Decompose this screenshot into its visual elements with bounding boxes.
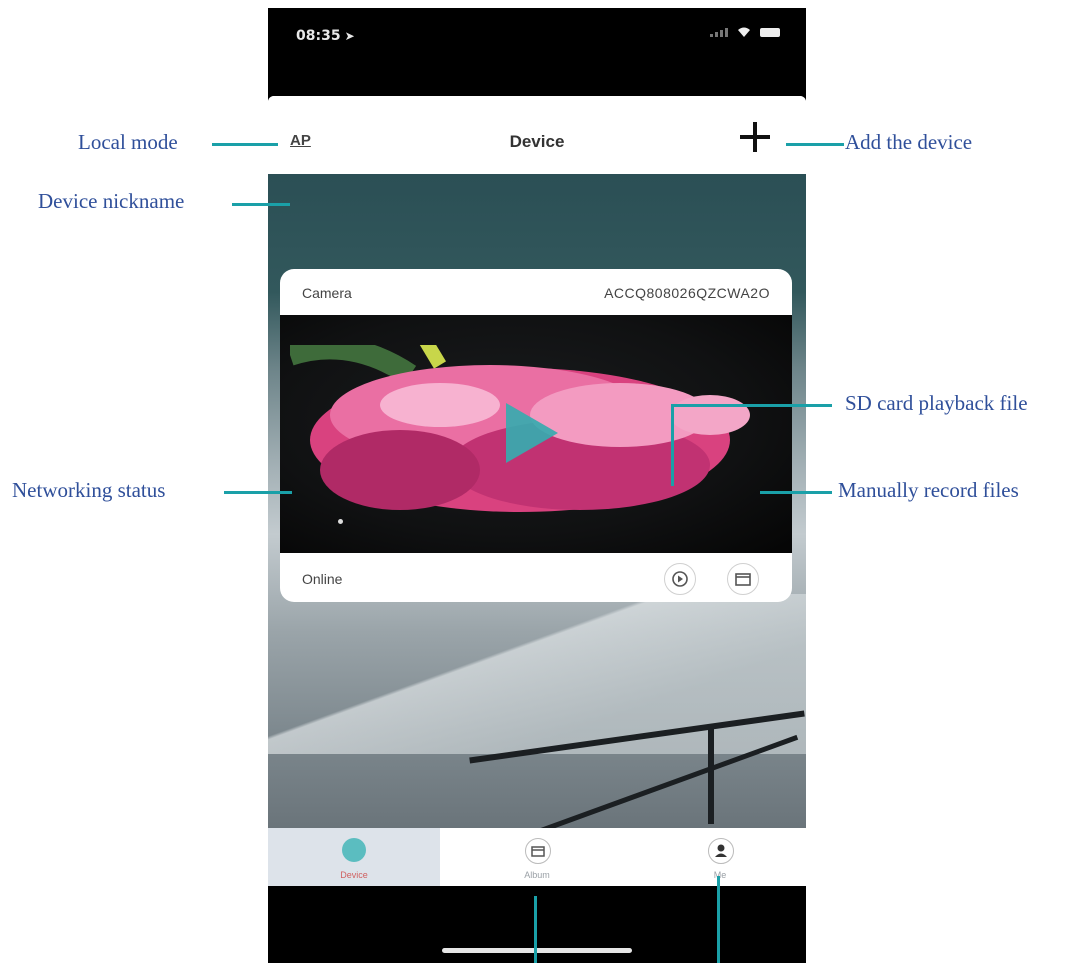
leader-line <box>671 404 674 486</box>
sd-playback-button[interactable] <box>664 563 696 595</box>
annotation-device-nickname: Device nickname <box>38 189 185 213</box>
leader-line <box>672 404 832 407</box>
nav-bar: AP Device <box>268 96 806 174</box>
wifi-icon <box>738 27 750 37</box>
railing-post <box>708 724 714 824</box>
leader-line-album <box>534 896 537 963</box>
tab-me[interactable]: Me <box>634 828 806 886</box>
leader-line <box>760 491 832 494</box>
leader-line <box>212 143 278 146</box>
play-icon[interactable] <box>506 403 558 463</box>
annotation-sd-playback: SD card playback file <box>845 391 1028 415</box>
device-id: ACCQ808026QZCWA2O <box>604 285 770 301</box>
home-indicator <box>442 948 632 953</box>
tab-label: Device <box>340 870 368 880</box>
signal-icon <box>710 27 728 37</box>
playback-icon <box>672 571 688 587</box>
snow-slope <box>268 594 806 754</box>
app-screen: AP Device Camera ACCQ808026QZCWA2O Onlin… <box>268 96 806 886</box>
status-bar: 08:35 ➤ <box>268 8 806 96</box>
device-nickname: Camera <box>302 285 352 301</box>
leader-line <box>232 203 290 206</box>
tab-label: Me <box>713 870 727 880</box>
tab-device[interactable]: Device <box>268 828 440 886</box>
folder-icon <box>525 838 551 864</box>
annotation-add-device: Add the device <box>845 130 973 154</box>
plus-icon[interactable] <box>738 120 772 154</box>
page-title: Device <box>509 132 565 151</box>
tab-label: Album <box>524 870 550 880</box>
device-card[interactable]: Camera ACCQ808026QZCWA2O Online <box>280 269 792 602</box>
tab-bar: Device Album Me <box>268 828 806 886</box>
leader-line <box>224 491 292 494</box>
person-icon <box>708 838 734 864</box>
status-time: 08:35 ➤ <box>296 28 355 44</box>
folder-icon <box>735 573 751 586</box>
card-footer: Online <box>280 553 792 602</box>
leader-line-me <box>717 876 720 963</box>
record-files-button[interactable] <box>727 563 759 595</box>
annotation-local-mode: Local mode <box>78 130 178 154</box>
location-arrow-icon: ➤ <box>344 29 355 43</box>
camera-icon <box>342 838 366 862</box>
camera-preview[interactable] <box>280 315 792 553</box>
page-indicator-dot <box>338 519 343 524</box>
annotation-manual-record: Manually record files <box>838 478 1019 502</box>
clock: 08:35 <box>296 28 341 44</box>
network-status: Online <box>302 571 343 587</box>
status-icons <box>710 26 780 38</box>
background-image: Camera ACCQ808026QZCWA2O Online <box>268 174 806 839</box>
annotation-networking-status: Networking status <box>12 478 166 502</box>
tab-album[interactable]: Album <box>451 828 623 886</box>
leader-line <box>786 143 844 146</box>
battery-icon <box>760 27 780 37</box>
card-header: Camera ACCQ808026QZCWA2O <box>280 269 792 315</box>
phone-screen: 08:35 ➤ AP Device Camera ACCQ808026QZCWA2… <box>268 8 806 963</box>
